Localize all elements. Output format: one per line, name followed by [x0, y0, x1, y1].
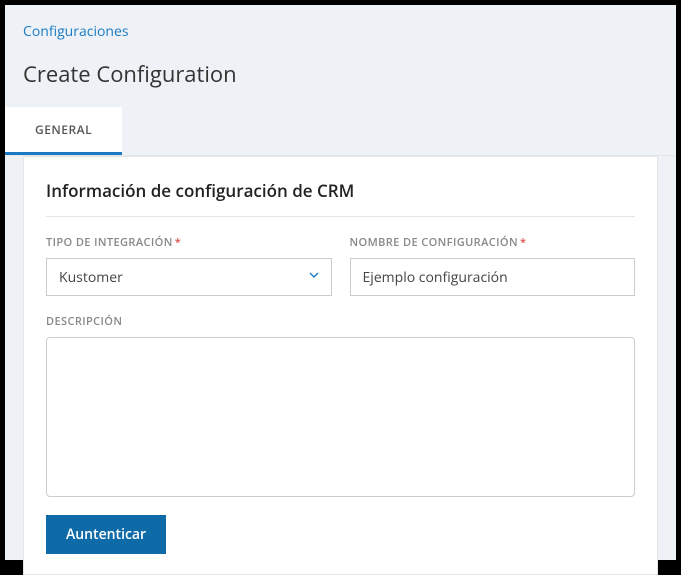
select-integration-type[interactable] — [46, 258, 332, 296]
authenticate-button[interactable]: Auntenticar — [46, 515, 166, 554]
label-description: DESCRIPCIÓN — [46, 314, 635, 329]
section-title: Información de configuración de CRM — [46, 179, 635, 217]
breadcrumb: Configuraciones — [5, 5, 676, 45]
textarea-description[interactable] — [46, 337, 635, 497]
page-title: Create Configuration — [5, 45, 676, 107]
field-description: DESCRIPCIÓN — [46, 314, 635, 497]
form-row-1: TIPO DE INTEGRACIÓN* NOMBRE DE CONFIGURA… — [46, 235, 635, 296]
field-config-name: NOMBRE DE CONFIGURACIÓN* — [350, 235, 636, 296]
tab-general[interactable]: GENERAL — [5, 107, 122, 155]
select-integration-type-input[interactable] — [46, 258, 332, 296]
required-marker: * — [520, 235, 526, 250]
tab-content-general: Información de configuración de CRM TIPO… — [24, 157, 657, 574]
label-config-name: NOMBRE DE CONFIGURACIÓN* — [350, 235, 636, 250]
label-integration-type-text: TIPO DE INTEGRACIÓN — [46, 235, 173, 250]
breadcrumb-link-configurations[interactable]: Configuraciones — [23, 22, 129, 41]
form-card: Información de configuración de CRM TIPO… — [23, 156, 658, 575]
page-frame: Configuraciones Create Configuration GEN… — [5, 5, 676, 560]
input-config-name[interactable] — [350, 258, 636, 296]
actions-row: Auntenticar — [46, 515, 635, 554]
tabs-bar: GENERAL — [5, 107, 676, 156]
label-config-name-text: NOMBRE DE CONFIGURACIÓN — [350, 235, 518, 250]
label-integration-type: TIPO DE INTEGRACIÓN* — [46, 235, 332, 250]
field-integration-type: TIPO DE INTEGRACIÓN* — [46, 235, 332, 296]
required-marker: * — [175, 235, 181, 250]
